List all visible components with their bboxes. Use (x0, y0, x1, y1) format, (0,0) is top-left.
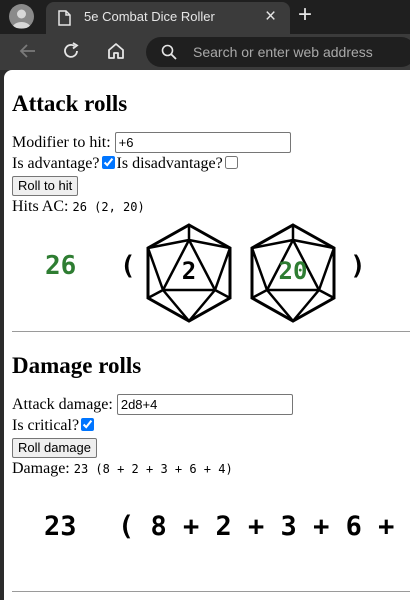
attack-dice-display: 26 ( 2 20 ) (12, 217, 410, 331)
tab-title: 5e Combat Dice Roller (84, 9, 215, 24)
address-placeholder: Search or enter web address (193, 44, 373, 60)
address-bar[interactable]: Search or enter web address (146, 37, 410, 67)
profile-avatar[interactable] (9, 4, 34, 29)
advantage-checkbox[interactable] (101, 156, 115, 169)
damage-result-value: 23 (8 + 2 + 3 + 6 + 4) (73, 462, 233, 476)
disadvantage-checkbox[interactable] (224, 156, 238, 169)
damage-total: 23 (44, 511, 77, 542)
back-arrow-icon[interactable] (18, 41, 38, 61)
close-tab-icon[interactable]: × (265, 6, 276, 28)
disadvantage-label: Is disadvantage? (116, 155, 223, 172)
damage-dice-display: 23 ( 8 + 2 + 3 + 6 + 4 ) (12, 479, 410, 591)
section-divider (12, 591, 410, 592)
d20-die: 20 (249, 223, 337, 323)
browser-toolbar: Search or enter web address (0, 34, 410, 70)
close-paren: ) (350, 251, 366, 281)
damage-heading: Damage rolls (12, 353, 142, 378)
modifier-input[interactable] (114, 132, 291, 153)
reload-icon[interactable] (61, 41, 81, 61)
person-icon (12, 9, 31, 28)
damage-breakdown: ( 8 + 2 + 3 + 6 + 4 ) (118, 511, 395, 542)
new-tab-button[interactable]: + (298, 3, 312, 27)
hits-ac-label: Hits AC: (12, 198, 69, 215)
open-paren: ( (120, 251, 136, 281)
roll-to-hit-button[interactable]: Roll to hit (12, 175, 79, 196)
attack-total: 26 (45, 251, 77, 281)
roll-damage-button[interactable]: Roll damage (12, 437, 97, 458)
damage-result-label: Damage: (12, 460, 70, 477)
d20-roll-2: 20 (278, 257, 308, 285)
d20-die: 2 (145, 223, 233, 323)
d20-roll-1: 2 (181, 257, 197, 285)
modifier-label: Modifier to hit: (12, 134, 111, 151)
search-icon (161, 44, 177, 60)
critical-label: Is critical? (12, 417, 80, 434)
damage-input[interactable] (116, 394, 293, 415)
page-icon (58, 10, 71, 26)
page-viewport: Attack rolls Modifier to hit: Is advanta… (4, 70, 410, 600)
section-divider (12, 331, 410, 332)
home-icon[interactable] (106, 41, 126, 61)
advantage-label: Is advantage? (12, 155, 100, 172)
browser-tab[interactable]: 5e Combat Dice Roller × (46, 2, 290, 34)
attack-heading: Attack rolls (12, 91, 128, 116)
tab-strip: 5e Combat Dice Roller × + (0, 0, 410, 34)
critical-checkbox[interactable] (81, 418, 95, 431)
hits-ac-value: 26 (2, 20) (72, 200, 145, 214)
damage-label: Attack damage: (12, 396, 113, 413)
